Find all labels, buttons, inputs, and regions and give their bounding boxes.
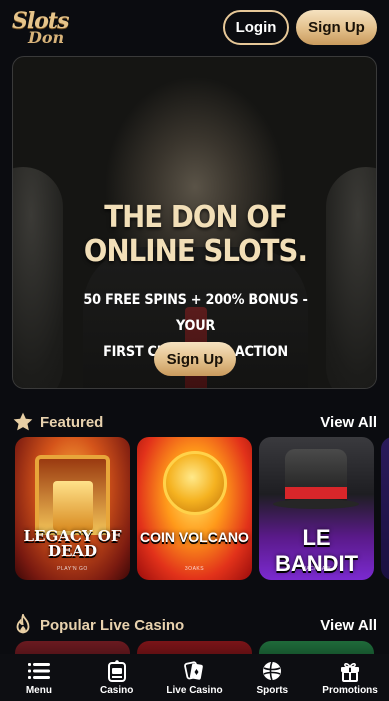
slot-machine-icon xyxy=(106,659,128,682)
game-provider: PLAY'N GO xyxy=(57,566,88,572)
sports-icon xyxy=(261,660,283,682)
game-card-legacy-of-dead[interactable]: LEGACY OF DEAD PLAY'N GO xyxy=(15,437,130,580)
featured-header: Featured View All xyxy=(12,410,377,434)
nav-label-sports: Sports xyxy=(256,684,289,696)
hero-banner[interactable]: THE DON OF ONLINE SLOTS. 50 FREE SPINS +… xyxy=(12,56,377,389)
nav-label-casino: Casino xyxy=(100,684,134,696)
game-card-partial[interactable] xyxy=(381,437,389,580)
game-art-hat-brim xyxy=(273,499,359,509)
menu-icon xyxy=(27,660,50,682)
hero-title-line2: ONLINE SLOTS. xyxy=(83,234,308,269)
logo-text-don: Don xyxy=(28,28,65,47)
nav-label-promotions: Promotions xyxy=(322,684,378,696)
hero-subtitle-line1: 50 FREE SPINS + 200% BONUS - YOUR xyxy=(83,292,308,334)
nav-item-sports[interactable]: Sports xyxy=(233,654,311,701)
gift-icon xyxy=(339,660,361,682)
featured-title: Featured xyxy=(40,413,104,431)
hero-title-line1: THE DON OF xyxy=(104,200,288,235)
nav-item-menu[interactable]: Menu xyxy=(0,654,78,701)
live-casino-view-all-link[interactable]: View All xyxy=(320,617,377,634)
bottom-navigation: Menu Casino Live Casino Sports Promotion… xyxy=(0,654,389,701)
featured-view-all-link[interactable]: View All xyxy=(320,414,377,431)
nav-item-live-casino[interactable]: Live Casino xyxy=(156,654,234,701)
hero-title: THE DON OF ONLINE SLOTS. xyxy=(28,201,364,269)
game-title: COIN VOLCANO xyxy=(140,529,249,545)
nav-label-menu: Menu xyxy=(25,684,52,696)
game-card-le-bandit[interactable]: LE BANDIT HACKSAW xyxy=(259,437,374,580)
slots-don-logo[interactable]: Slots Don xyxy=(12,6,76,48)
signup-button[interactable]: Sign Up xyxy=(296,10,377,45)
featured-games-carousel[interactable]: LEGACY OF DEAD PLAY'N GO COIN VOLCANO 3O… xyxy=(15,437,389,582)
nav-item-promotions[interactable]: Promotions xyxy=(311,654,389,701)
nav-item-casino[interactable]: Casino xyxy=(78,654,156,701)
game-art-sarcophagus xyxy=(53,481,93,531)
login-button[interactable]: Login xyxy=(223,10,289,45)
game-art-hat-band xyxy=(285,487,347,499)
nav-label-live-casino: Live Casino xyxy=(166,684,223,696)
game-art-coin xyxy=(163,451,227,515)
flame-icon xyxy=(12,614,34,636)
game-title-line2: DEAD xyxy=(47,542,98,560)
star-icon xyxy=(12,411,34,433)
cards-icon xyxy=(183,660,205,682)
game-title: LEGACY OF DEAD xyxy=(15,529,130,559)
live-casino-title: Popular Live Casino xyxy=(40,616,185,634)
live-casino-header: Popular Live Casino View All xyxy=(12,613,377,637)
game-provider: 3OAKS xyxy=(184,566,205,572)
game-card-coin-volcano[interactable]: COIN VOLCANO 3OAKS xyxy=(137,437,252,580)
game-provider: HACKSAW xyxy=(302,566,331,572)
hero-signup-button[interactable]: Sign Up xyxy=(154,342,236,376)
header: Slots Don Login Sign Up xyxy=(0,0,389,54)
